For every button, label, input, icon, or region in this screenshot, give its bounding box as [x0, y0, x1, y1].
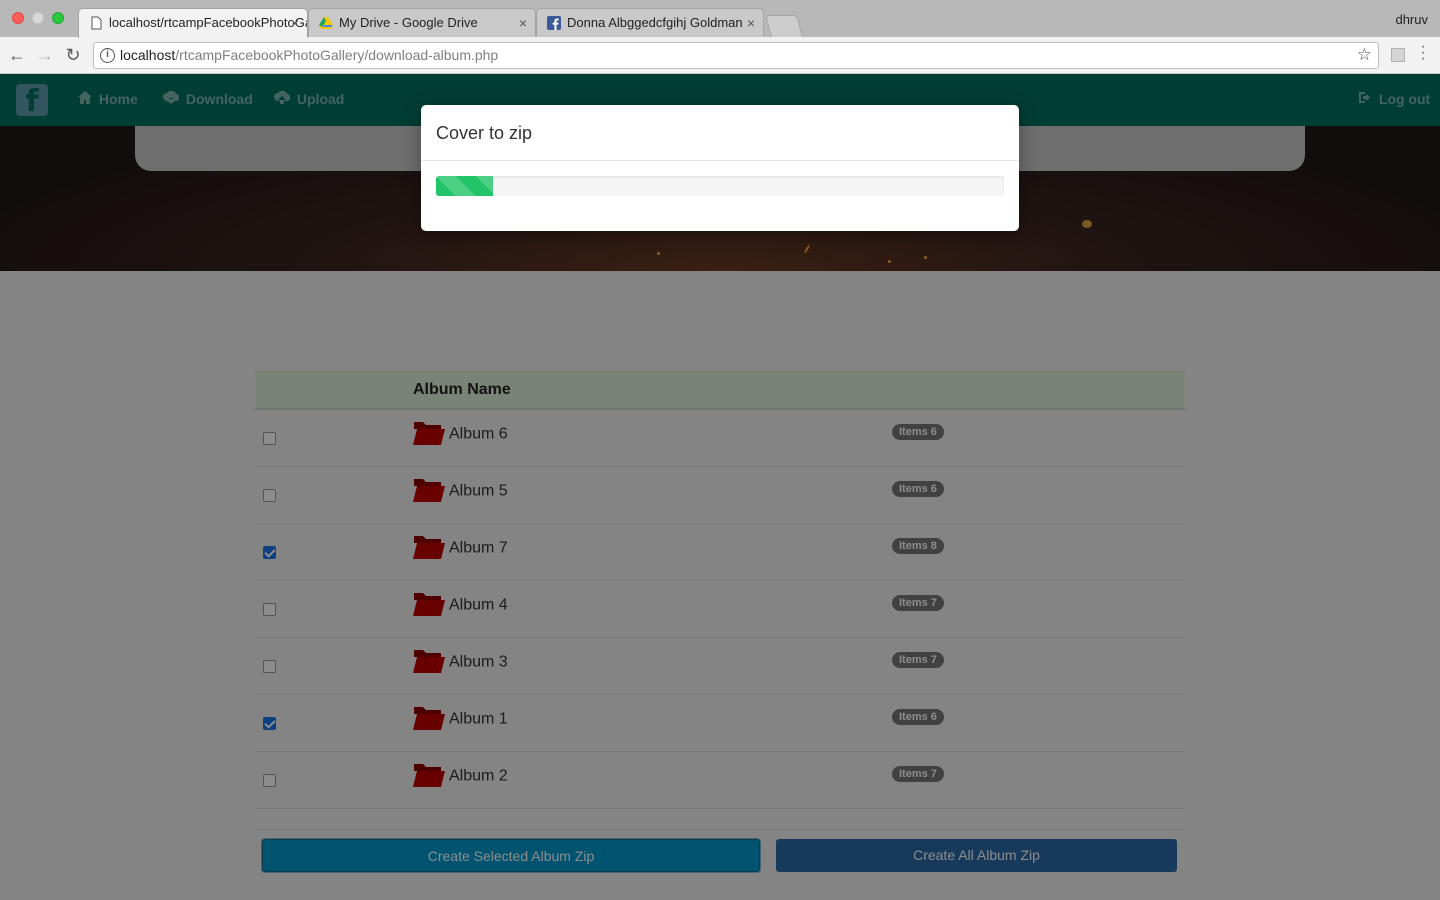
modal-title: Cover to zip — [436, 123, 533, 143]
bookmark-star-icon[interactable]: ☆ — [1357, 45, 1372, 65]
browser-tab-strip: localhost/rtcampFacebookPhotoGallery/dow… — [0, 0, 1440, 38]
browser-menu-icon[interactable]: · · · — [1418, 39, 1428, 67]
address-url[interactable]: localhost/rtcampFacebookPhotoGallery/dow… — [120, 47, 498, 63]
browser-tab-google-drive[interactable]: My Drive - Google Drive × — [308, 8, 536, 37]
tab-title: My Drive - Google Drive — [339, 15, 478, 30]
maximize-window-button[interactable] — [52, 12, 64, 24]
forward-arrow-icon[interactable]: → — [35, 45, 55, 65]
page-icon — [91, 16, 102, 30]
close-window-button[interactable] — [12, 12, 24, 24]
zip-progress-track — [436, 176, 1004, 196]
reload-icon[interactable]: ↻ — [63, 45, 83, 65]
profile-name[interactable]: dhruv — [1395, 12, 1428, 27]
zip-progress-bar — [436, 176, 493, 196]
facebook-icon — [547, 16, 561, 30]
back-arrow-icon[interactable]: ← — [7, 45, 27, 65]
modal-divider — [421, 160, 1019, 161]
browser-tab-download-album[interactable]: localhost/rtcampFacebookPhotoGallery/dow… — [78, 8, 308, 38]
url-path: /rtcampFacebookPhotoGallery/download-alb… — [175, 47, 499, 63]
tab-close-icon[interactable]: × — [291, 9, 299, 37]
browser-tab-facebook[interactable]: Donna Albggedcfgihj Goldman × — [536, 8, 764, 37]
browser-toolbar: ← → ↻ i localhost/rtcampFacebookPhotoGal… — [0, 37, 1440, 74]
zip-progress-modal: Cover to zip — [421, 105, 1019, 231]
tab-close-icon[interactable]: × — [519, 9, 527, 37]
info-icon[interactable]: i — [100, 48, 115, 63]
new-tab-button[interactable] — [765, 15, 803, 37]
google-drive-icon — [319, 17, 333, 29]
url-host: localhost — [120, 47, 176, 63]
minimize-window-button[interactable] — [32, 12, 44, 24]
tab-close-icon[interactable]: × — [747, 9, 755, 37]
tab-title: Donna Albggedcfgihj Goldman — [567, 15, 743, 30]
tab-title: localhost/rtcampFacebookPhotoGallery/dow… — [109, 15, 307, 30]
address-bar[interactable]: i localhost/rtcampFacebookPhotoGallery/d… — [93, 42, 1379, 69]
extension-icon[interactable] — [1391, 48, 1405, 62]
